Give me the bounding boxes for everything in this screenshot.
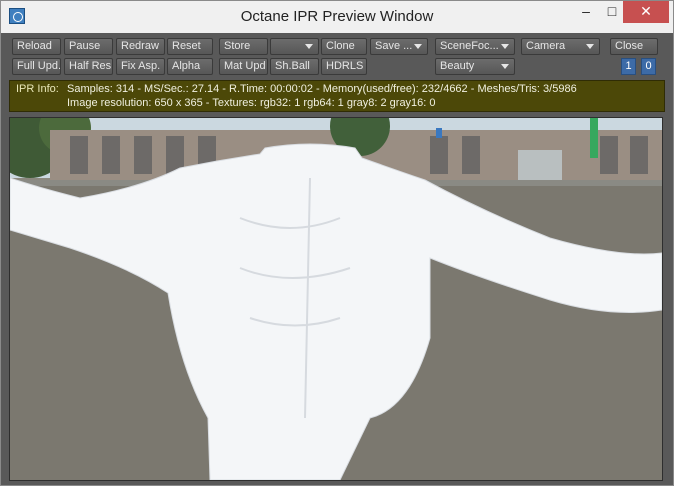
chevron-down-icon [501,44,509,49]
ipr-preview-window: Octane IPR Preview Window – □ ✕ Reload P… [0,0,674,486]
store-button[interactable]: Store [219,38,268,55]
save-label: Save ... [375,40,413,52]
half-res-button[interactable]: Half Res [64,58,113,75]
save-dropdown[interactable]: Save ... [370,38,428,55]
reload-button[interactable]: Reload [12,38,61,55]
ipr-resolution-line: Image resolution: 650 x 365 - Textures: … [67,97,436,109]
ipr-toolbar: Reload Pause Redraw Reset Store Clone Sa… [9,35,665,85]
render-viewport[interactable] [9,117,663,481]
view-2-button[interactable]: 0 [641,58,656,75]
camera-dropdown[interactable]: Camera [521,38,600,55]
fix-aspect-button[interactable]: Fix Asp. [116,58,165,75]
close-ipr-button[interactable]: Close [610,38,658,55]
reset-button[interactable]: Reset [167,38,213,55]
full-update-button[interactable]: Full Upd. [12,58,61,75]
green-banner [590,118,598,158]
redraw-button[interactable]: Redraw [116,38,165,55]
chevron-down-icon [305,44,313,49]
view-1-button[interactable]: 1 [621,58,636,75]
chevron-down-icon [414,44,422,49]
title-bar[interactable]: Octane IPR Preview Window – □ ✕ [1,1,673,33]
hdrls-button[interactable]: HDRLS [321,58,367,75]
camera-label: Camera [526,40,566,52]
scene-focus-dropdown[interactable]: SceneFoc... [435,38,515,55]
chevron-down-icon [501,64,509,69]
render-pass-dropdown[interactable]: Beauty [435,58,515,75]
clone-button[interactable]: Clone [321,38,367,55]
render-pass-label: Beauty [440,60,475,72]
scene-focus-label: SceneFoc... [440,40,499,52]
chevron-down-icon [586,44,594,49]
shader-ball-button[interactable]: Sh.Ball [270,58,319,75]
alpha-button[interactable]: Alpha [167,58,213,75]
pause-button[interactable]: Pause [64,38,113,55]
ipr-info-bar: IPR Info: Samples: 314 - MS/Sec.: 27.14 … [9,80,665,112]
close-window-button[interactable]: ✕ [623,1,669,23]
render-image [10,118,662,480]
ipr-stats-line: Samples: 314 - MS/Sec.: 27.14 - R.Time: … [67,83,577,95]
material-update-button[interactable]: Mat Upd [219,58,268,75]
street-sign [436,128,442,138]
ipr-info-label: IPR Info: [16,83,59,95]
store-slot-dropdown[interactable] [270,38,319,55]
